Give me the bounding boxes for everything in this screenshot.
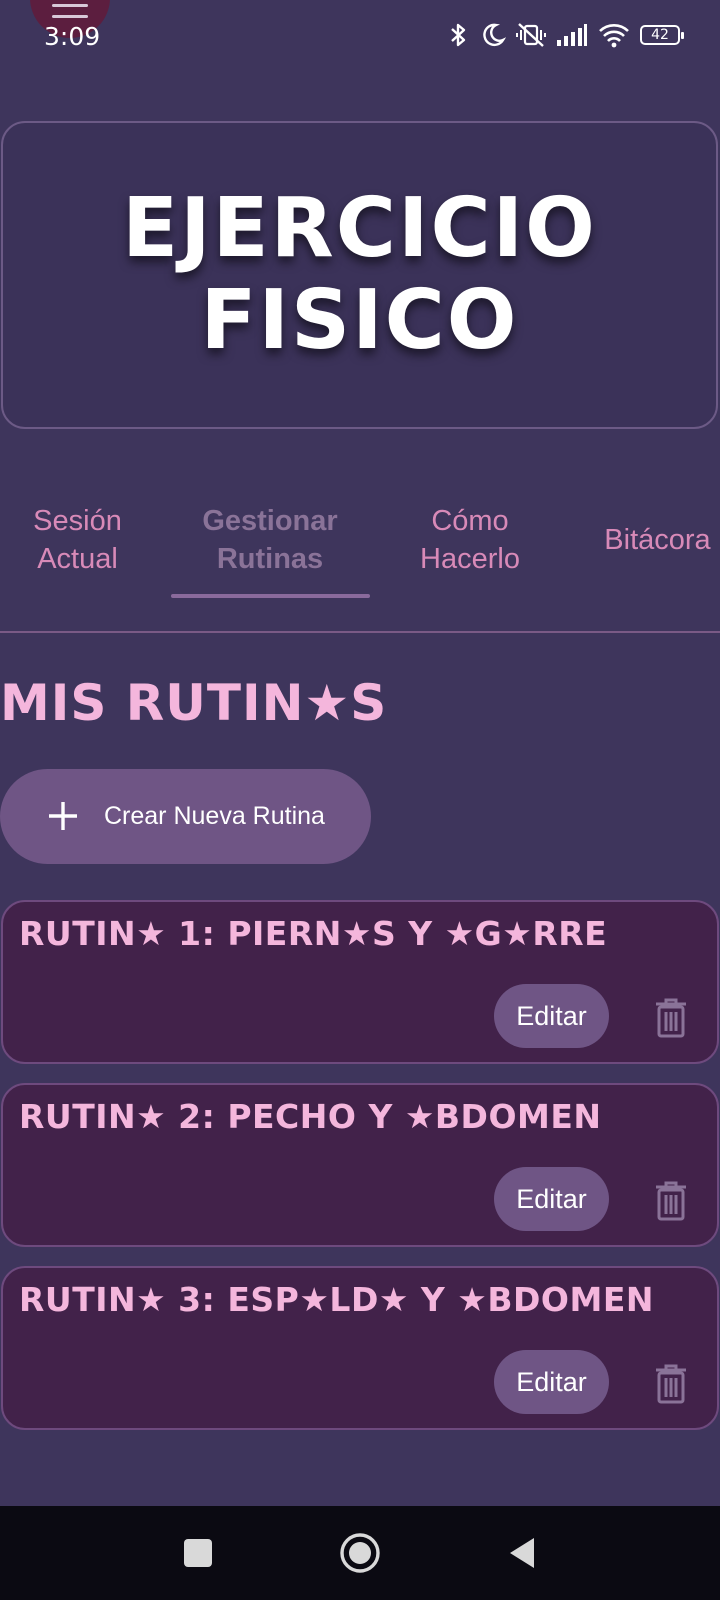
page-title: EJERCICIO FISICO: [122, 181, 597, 368]
routine-name: RUTIN★ 1: PIERN★S Y ★G★RRE: [19, 914, 608, 953]
back-icon: [510, 1538, 534, 1568]
tab-como-hacerlo[interactable]: Cómo Hacerlo: [400, 480, 540, 600]
edit-routine-button[interactable]: Editar: [494, 1167, 609, 1231]
routine-card: RUTIN★ 1: PIERN★S Y ★G★RRE Editar: [1, 900, 719, 1064]
section-title: MIS RUTIN★S: [0, 674, 388, 732]
wifi-icon: [599, 24, 629, 48]
home-icon: [340, 1533, 380, 1573]
tabs-divider: [0, 631, 720, 633]
battery-icon: 42: [640, 25, 684, 45]
routine-name: RUTIN★ 3: ESP★LD★ Y ★BDOMEN: [19, 1280, 654, 1319]
system-nav-bar: [0, 1506, 720, 1600]
tab-bar: Sesión Actual Gestionar Rutinas Cómo Hac…: [0, 480, 720, 632]
routine-card: RUTIN★ 2: PECHO Y ★BDOMEN Editar: [1, 1083, 719, 1247]
create-routine-button[interactable]: Crear Nueva Rutina: [0, 769, 371, 864]
trash-icon[interactable]: [653, 998, 689, 1038]
edit-routine-button[interactable]: Editar: [494, 1350, 609, 1414]
moon-icon: [483, 23, 506, 47]
recent-apps-button[interactable]: [158, 1506, 238, 1600]
recent-apps-icon: [184, 1539, 212, 1567]
status-bar: 3:09 42: [0, 0, 720, 80]
tab-bitacora[interactable]: Bitácora: [595, 480, 720, 600]
active-tab-indicator: [171, 594, 370, 598]
tab-sesion-actual[interactable]: Sesión Actual: [10, 480, 145, 600]
routine-name: RUTIN★ 2: PECHO Y ★BDOMEN: [19, 1097, 602, 1136]
plus-icon: [49, 802, 77, 830]
signal-icon: [557, 24, 587, 46]
create-routine-label: Crear Nueva Rutina: [104, 802, 325, 830]
bluetooth-icon: [451, 23, 466, 47]
status-time: 3:09: [44, 22, 101, 51]
edit-routine-button[interactable]: Editar: [494, 984, 609, 1048]
tab-gestionar-rutinas[interactable]: Gestionar Rutinas: [180, 480, 360, 600]
vibrate-off-icon: [516, 23, 546, 47]
trash-icon[interactable]: [653, 1364, 689, 1404]
back-button[interactable]: [482, 1506, 562, 1600]
trash-icon[interactable]: [653, 1181, 689, 1221]
home-button[interactable]: [320, 1506, 400, 1600]
routine-card: RUTIN★ 3: ESP★LD★ Y ★BDOMEN Editar: [1, 1266, 719, 1430]
status-icons: 42: [446, 22, 684, 48]
header-card: EJERCICIO FISICO: [1, 121, 718, 429]
